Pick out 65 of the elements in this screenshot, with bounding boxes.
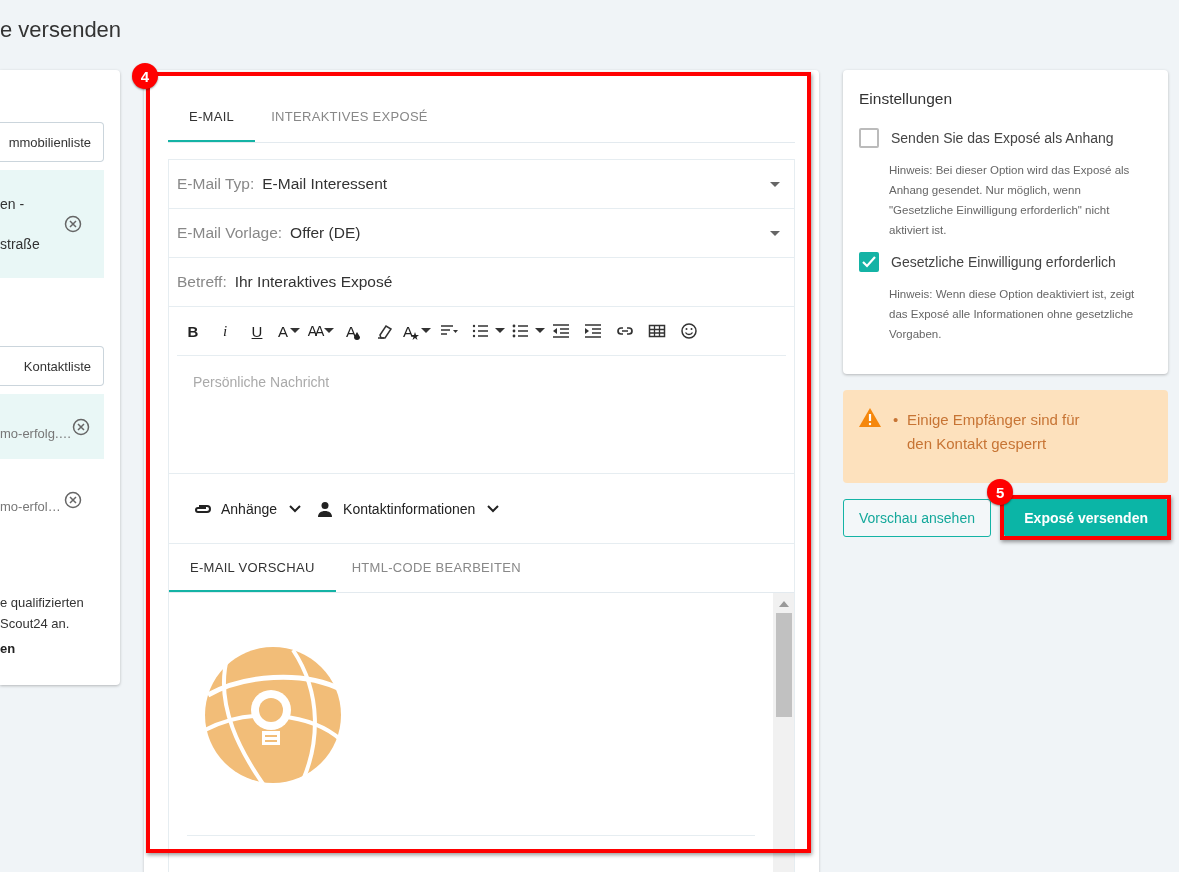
- dropdown-icon: [770, 230, 780, 236]
- list-button[interactable]: Kontaktliste: [0, 346, 104, 386]
- outdent-icon: [552, 322, 570, 340]
- step-badge: 4: [132, 63, 158, 89]
- contact-email: mo-erfol…: [0, 499, 61, 514]
- select-field[interactable]: E-Mail Vorlage: Offer (DE): [169, 209, 794, 258]
- bullet: •: [893, 410, 900, 430]
- caret-icon: [495, 328, 505, 334]
- paperclip-icon: [193, 503, 211, 514]
- table-icon: [648, 322, 666, 340]
- chevron-down-icon: [289, 504, 302, 513]
- bold-button[interactable]: B: [177, 317, 209, 345]
- note-text: e qualifizierten: [0, 594, 85, 612]
- caret-icon: [421, 328, 431, 334]
- style-button[interactable]: A: [401, 317, 433, 345]
- settings-title: Einstellungen: [859, 90, 954, 108]
- option-label: Senden Sie das Exposé als Anhang: [891, 130, 1114, 146]
- dropdown-icon: [770, 181, 780, 187]
- warning-icon: [859, 408, 881, 427]
- hint-text: Hinweis: Bei dieser Option wird das Exposé als Anhang gesendet. Nur möglich, wenn "Gesetzliche Einwilligung erforderlich" nicht aktiviert ist.: [889, 163, 1131, 238]
- font-button[interactable]: A: [273, 317, 305, 345]
- hint-text: Hinweis: Wenn diese Option deaktiviert ist, zeigt das Exposé alle Informationen ohne gesetzliche Vorgaben.: [889, 287, 1136, 342]
- contact-email: mo-erfolg.…: [0, 426, 72, 441]
- contact-item[interactable]: mo-erfol…: [0, 467, 104, 532]
- color-button[interactable]: A: [337, 317, 369, 345]
- menu-button[interactable]: Anhänge: [193, 500, 302, 517]
- caret-icon: [535, 328, 545, 334]
- tab[interactable]: HTML-CODE BEARBEITEN: [335, 544, 537, 592]
- scrollbar[interactable]: [773, 593, 794, 872]
- input-field[interactable]: Betreff: Ihr Interaktives Exposé: [169, 258, 794, 307]
- drop-icon: [354, 332, 360, 340]
- numbered-list-icon: [472, 322, 490, 340]
- link[interactable]: en: [0, 641, 104, 656]
- page-title: e versenden: [0, 16, 123, 44]
- caret-icon: [324, 328, 335, 334]
- bullet-list-icon: [512, 322, 530, 340]
- tab[interactable]: INTERAKTIVES EXPOSÉ: [255, 92, 444, 142]
- underline-button[interactable]: U: [241, 317, 273, 345]
- list-button[interactable]: mmobilienliste: [0, 122, 104, 162]
- indent-icon: [584, 322, 602, 340]
- note-text: Scout24 an.: [0, 615, 71, 633]
- italic-button[interactable]: i: [209, 317, 241, 345]
- property-text: straße: [0, 236, 40, 252]
- property-text: en -: [0, 196, 26, 212]
- remove-icon: [71, 417, 90, 436]
- tab[interactable]: E-MAIL: [168, 92, 256, 142]
- checkbox[interactable]: [859, 252, 879, 272]
- tab[interactable]: E-MAIL VORSCHAU: [169, 544, 336, 592]
- font-size-button[interactable]: AA: [305, 317, 337, 345]
- caret-icon: [290, 328, 300, 334]
- checkbox[interactable]: [859, 128, 879, 148]
- chevron-down-icon: [487, 504, 500, 513]
- property-item[interactable]: en - straße: [0, 170, 104, 278]
- remove-icon: [64, 490, 82, 509]
- contact-item[interactable]: mo-erfolg.…: [0, 394, 104, 459]
- warning-text: Einige Empfänger sind für den Kontakt gesperrt: [907, 410, 1081, 454]
- eraser-icon: [376, 322, 394, 340]
- smiley-icon: [680, 322, 698, 340]
- menu-button[interactable]: Kontaktinformationen: [317, 500, 500, 517]
- option-label: Gesetzliche Einwilligung erforderlich: [891, 254, 1116, 270]
- scroll-up-icon: [778, 601, 789, 607]
- person-icon: [317, 500, 334, 517]
- select-field[interactable]: E-Mail Typ: E-Mail Interessent: [169, 160, 794, 209]
- remove-icon: [64, 215, 82, 233]
- star-icon: [411, 332, 419, 340]
